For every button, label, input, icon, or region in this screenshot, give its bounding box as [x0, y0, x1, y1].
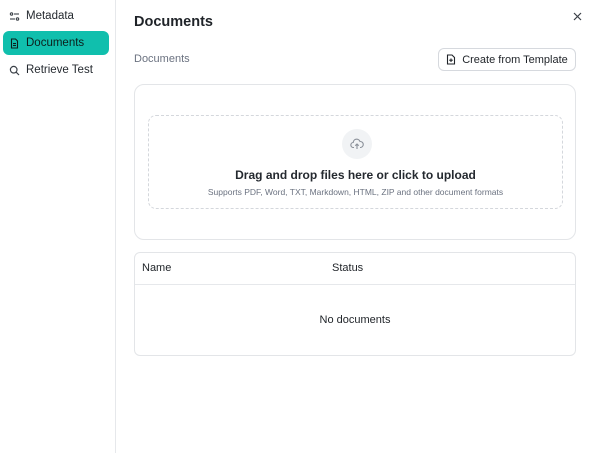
search-icon: [9, 65, 20, 76]
document-icon: [9, 37, 20, 49]
sidebar: Metadata Documents Retrieve Test: [0, 0, 116, 453]
table-header-divider: [135, 284, 575, 285]
page-title: Documents: [134, 14, 213, 30]
column-header-status: Status: [332, 262, 364, 274]
sidebar-item-metadata[interactable]: Metadata: [3, 4, 109, 28]
sidebar-item-documents[interactable]: Documents: [3, 31, 109, 55]
create-from-template-button[interactable]: Create from Template: [438, 48, 576, 71]
upload-dropzone[interactable]: Drag and drop files here or click to upl…: [148, 115, 563, 209]
column-header-name: Name: [142, 262, 172, 274]
metadata-icon: [9, 11, 20, 22]
upload-card: Drag and drop files here or click to upl…: [134, 84, 576, 240]
sidebar-item-retrieve-test[interactable]: Retrieve Test: [3, 58, 109, 82]
close-button[interactable]: [570, 10, 584, 24]
cloud-upload-icon: [342, 129, 372, 159]
close-icon: [573, 8, 582, 26]
sidebar-item-label: Retrieve Test: [26, 64, 93, 76]
empty-state-text: No documents: [319, 314, 391, 326]
dropzone-title: Drag and drop files here or click to upl…: [235, 168, 476, 182]
file-plus-icon: [446, 54, 456, 65]
documents-table: Name Status No documents: [134, 252, 576, 356]
section-label: Documents: [134, 53, 190, 65]
sidebar-item-label: Metadata: [26, 10, 74, 22]
main-panel: Documents Documents Create from Template…: [117, 0, 592, 453]
template-button-label: Create from Template: [462, 53, 568, 66]
dropzone-subtitle: Supports PDF, Word, TXT, Markdown, HTML,…: [207, 187, 504, 197]
sidebar-item-label: Documents: [26, 37, 85, 49]
